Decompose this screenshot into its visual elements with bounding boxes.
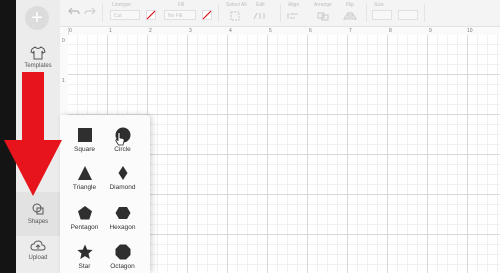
- ruler-tick-label: 7: [349, 28, 352, 34]
- select-all-icon[interactable]: [230, 11, 240, 21]
- redo-icon[interactable]: [84, 6, 96, 16]
- ruler-tick-label: 3: [189, 28, 192, 34]
- align-label: Align: [288, 2, 300, 8]
- top-toolbar: Linetype Cut Fill No Fill Select All Edi…: [60, 0, 500, 27]
- shape-label: Star: [78, 263, 91, 270]
- shape-label: Octagon: [110, 263, 135, 270]
- flip-label: Flip: [346, 2, 355, 8]
- sidebar-item-label: Templates: [24, 63, 52, 69]
- ruler-tick-label: 1: [109, 28, 112, 34]
- ruler-tick-label: 4: [229, 28, 232, 34]
- align-icon[interactable]: [286, 11, 302, 21]
- sidebar-item-templates[interactable]: Templates: [16, 46, 60, 69]
- shape-label: Diamond: [109, 184, 136, 191]
- arrange-label: Arrange: [314, 2, 332, 8]
- edit-icon[interactable]: [252, 11, 268, 21]
- shape-label: Circle: [114, 146, 131, 153]
- hexagon-icon: [115, 207, 130, 219]
- shapes-panel: Square Circle Triangle Diamond Pentagon …: [60, 115, 150, 273]
- sidebar-item-upload[interactable]: Upload: [16, 240, 60, 261]
- ruler-tick-label: 9: [429, 28, 432, 34]
- linetype-color-swatch[interactable]: [146, 10, 156, 20]
- linetype-select[interactable]: Cut: [110, 10, 140, 20]
- shapes-icon: [32, 203, 44, 215]
- size-label: Size: [374, 2, 384, 8]
- star-icon: [76, 244, 93, 259]
- diamond-icon: [118, 166, 127, 180]
- shape-label: Pentagon: [70, 224, 99, 231]
- shape-label: Hexagon: [109, 224, 136, 231]
- ruler-tick-label: 0: [69, 28, 72, 34]
- shirt-icon: [30, 46, 46, 60]
- sidebar-item-label: Shapes: [27, 219, 49, 225]
- width-field[interactable]: [372, 10, 392, 20]
- toolbar-divider: [280, 4, 281, 22]
- fill-color-swatch[interactable]: [202, 10, 212, 20]
- shape-label: Square: [74, 146, 95, 153]
- ruler-tick-label: 2: [149, 28, 152, 34]
- fill-label: Fill: [178, 2, 185, 8]
- shape-octagon[interactable]: Octagon: [100, 244, 145, 270]
- upload-cloud-icon: [30, 240, 46, 251]
- toolbar-divider: [366, 4, 367, 22]
- arrange-icon[interactable]: [316, 11, 332, 21]
- sidebar-item-shapes[interactable]: Shapes: [16, 202, 60, 225]
- toolbar-divider: [424, 4, 425, 22]
- select-all-label: Select All: [226, 2, 247, 8]
- new-project-button[interactable]: +: [25, 6, 49, 30]
- sidebar-item-label: Upload: [28, 255, 48, 261]
- ruler-tick-label: 6: [309, 28, 312, 34]
- shape-hexagon[interactable]: Hexagon: [100, 205, 145, 231]
- undo-icon[interactable]: [68, 6, 80, 16]
- pentagon-icon: [77, 206, 92, 220]
- linetype-label: Linetype: [112, 2, 131, 8]
- fill-select[interactable]: No Fill: [164, 10, 196, 20]
- shape-label: Triangle: [72, 184, 97, 191]
- ruler-tick-label: 10: [467, 28, 473, 34]
- octagon-icon: [115, 244, 130, 260]
- ruler-tick-label: 5: [269, 28, 272, 34]
- edit-label: Edit: [256, 2, 265, 8]
- square-icon: [77, 128, 92, 142]
- toolbar-divider: [102, 4, 103, 22]
- ruler-tick-label: 1: [62, 78, 65, 84]
- mouse-pointer-icon: [115, 132, 125, 146]
- ruler-tick-label: 8: [389, 28, 392, 34]
- red-down-arrow-annotation: [4, 72, 62, 196]
- triangle-icon: [77, 166, 92, 180]
- ruler-tick-label: 0: [62, 38, 65, 44]
- flip-icon[interactable]: [343, 11, 359, 21]
- shape-diamond[interactable]: Diamond: [100, 165, 145, 191]
- toolbar-divider: [218, 4, 219, 22]
- height-field[interactable]: [398, 10, 418, 20]
